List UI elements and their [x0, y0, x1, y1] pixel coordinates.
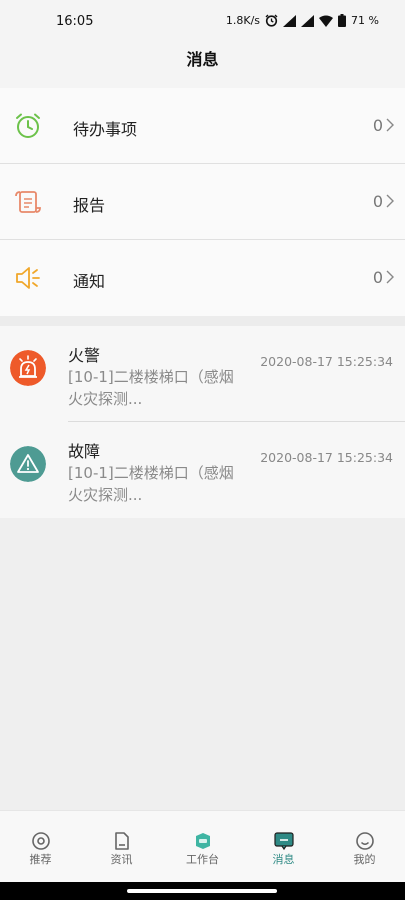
menu-item-todo[interactable]: 待办事项 0 — [0, 88, 405, 164]
scroll-icon — [15, 191, 41, 213]
home-indicator[interactable] — [127, 889, 277, 893]
message-title: 火警 — [68, 346, 101, 365]
battery-icon — [338, 14, 347, 27]
wifi-icon — [319, 15, 334, 27]
fire-alarm-icon — [10, 350, 46, 386]
tab-workbench[interactable]: 工作台 — [162, 811, 243, 882]
menu-item-count: 0 — [372, 116, 383, 135]
target-icon — [31, 832, 50, 850]
menu-item-count: 0 — [372, 192, 383, 211]
network-speed: 1.8K/s — [225, 14, 261, 27]
tab-label: 工作台 — [186, 853, 219, 866]
tab-label: 资讯 — [110, 853, 133, 866]
status-time: 16:05 — [56, 14, 94, 29]
message-list: 火警 2020-08-17 15:25:34 [10-1]二楼楼梯口（感烟火灾探… — [0, 326, 405, 518]
message-item-fault[interactable]: 故障 2020-08-17 15:25:34 [10-1]二楼楼梯口（感烟火灾探… — [0, 422, 405, 518]
message-body: [10-1]二楼楼梯口（感烟火灾探测... — [68, 368, 234, 408]
tab-recommend[interactable]: 推荐 — [0, 811, 81, 882]
bottom-tab-bar: 推荐 资讯 工作台 消息 我的 — [0, 810, 405, 882]
chevron-right-icon — [386, 118, 394, 132]
status-bar: 16:05 1.8K/s 71 % — [0, 0, 405, 42]
message-icon — [273, 832, 294, 851]
menu-item-notice[interactable]: 通知 0 — [0, 240, 405, 316]
workbench-icon — [195, 833, 210, 849]
tab-news[interactable]: 资讯 — [81, 811, 162, 882]
page-title-bar: 消息 — [0, 42, 405, 88]
speaker-icon — [16, 267, 40, 289]
menu-item-label: 通知 — [73, 272, 106, 291]
document-icon — [114, 832, 129, 850]
smiley-icon — [355, 832, 374, 850]
page-title: 消息 — [186, 50, 219, 69]
menu-item-label: 待办事项 — [73, 120, 138, 139]
message-item-fire[interactable]: 火警 2020-08-17 15:25:34 [10-1]二楼楼梯口（感烟火灾探… — [0, 326, 405, 422]
menu-item-label: 报告 — [73, 196, 106, 215]
tab-label: 我的 — [353, 853, 376, 866]
alarm-icon — [265, 14, 278, 27]
signal-icon — [301, 14, 315, 27]
message-category-list: 待办事项 0 报告 0 通知 0 — [0, 88, 405, 316]
tab-label: 推荐 — [29, 853, 52, 866]
menu-item-count: 0 — [372, 268, 383, 287]
status-right: 1.8K/s 71 % — [226, 14, 379, 27]
menu-item-report[interactable]: 报告 0 — [0, 164, 405, 240]
section-divider — [0, 316, 405, 326]
tab-messages[interactable]: 消息 — [243, 811, 324, 882]
tab-profile[interactable]: 我的 — [324, 811, 405, 882]
signal-icon — [283, 14, 297, 27]
chevron-right-icon — [386, 270, 394, 284]
message-title: 故障 — [68, 442, 101, 461]
message-body: [10-1]二楼楼梯口（感烟火灾探测... — [68, 464, 234, 504]
chevron-right-icon — [386, 194, 394, 208]
battery-level: 71 % — [351, 14, 379, 27]
message-time: 2020-08-17 15:25:34 — [260, 354, 393, 369]
clock-icon — [16, 113, 40, 138]
message-time: 2020-08-17 15:25:34 — [260, 450, 393, 465]
warning-icon — [10, 446, 46, 482]
tab-label: 消息 — [272, 853, 295, 866]
